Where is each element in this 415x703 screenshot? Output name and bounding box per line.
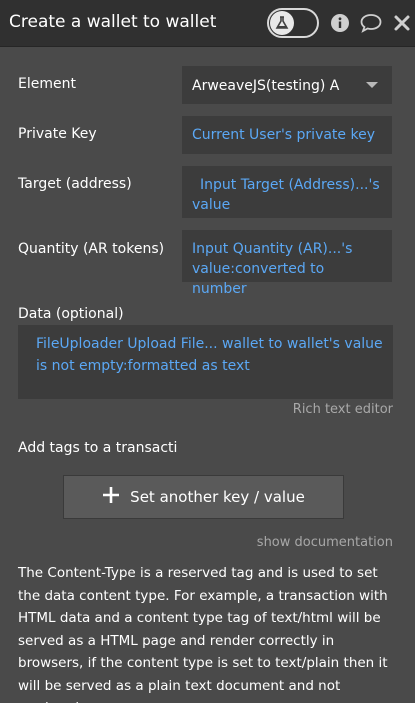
data-field[interactable]: FileUploader Upload File... wallet to wa… <box>18 325 393 399</box>
plus-icon <box>102 486 120 508</box>
private-key-field[interactable]: Current User's private key <box>182 116 392 154</box>
close-icon[interactable] <box>391 12 413 34</box>
show-documentation-link[interactable]: show documentation <box>257 535 393 550</box>
documentation-text: The Content-Type is a reserved tag and i… <box>18 565 388 703</box>
target-address-label: Target (address) <box>18 176 132 192</box>
target-address-field[interactable]: Input Target (Address)...'s value <box>182 166 392 218</box>
quantity-label: Quantity (AR tokens) <box>18 241 165 257</box>
test-mode-toggle[interactable] <box>267 8 319 38</box>
quantity-value-line2: value:converted to number <box>192 261 325 297</box>
data-value-line1: FileUploader Upload File... wallet to wa… <box>36 336 383 352</box>
editor-header: Create a wallet to wallet <box>0 0 415 47</box>
element-label: Element <box>18 76 76 92</box>
element-value: ArweaveJS(testing) A <box>192 78 340 94</box>
chevron-down-icon <box>366 82 378 88</box>
target-address-value-line2: value <box>192 197 231 213</box>
private-key-value: Current User's private key <box>192 127 375 143</box>
quantity-field[interactable]: Input Quantity (AR)...'s value:converted… <box>182 230 392 297</box>
comment-icon[interactable] <box>360 12 382 34</box>
quantity-value-line1: Input Quantity (AR)...'s <box>192 241 353 257</box>
add-tags-label: Add tags to a transacti <box>18 440 178 456</box>
private-key-label: Private Key <box>18 126 97 142</box>
flask-icon <box>270 11 294 35</box>
set-another-key-value-button[interactable]: Set another key / value <box>63 475 344 519</box>
data-value-line2: is not empty:formatted as text <box>36 358 250 374</box>
rich-text-editor-link[interactable]: Rich text editor <box>293 402 393 417</box>
panel-title: Create a wallet to wallet <box>9 12 217 32</box>
info-icon[interactable] <box>329 12 351 34</box>
element-dropdown[interactable]: ArweaveJS(testing) A <box>182 66 392 104</box>
target-address-value-line1: Input Target (Address)...'s <box>200 177 380 193</box>
set-another-key-value-label: Set another key / value <box>130 488 305 506</box>
data-label: Data (optional) <box>18 306 124 322</box>
